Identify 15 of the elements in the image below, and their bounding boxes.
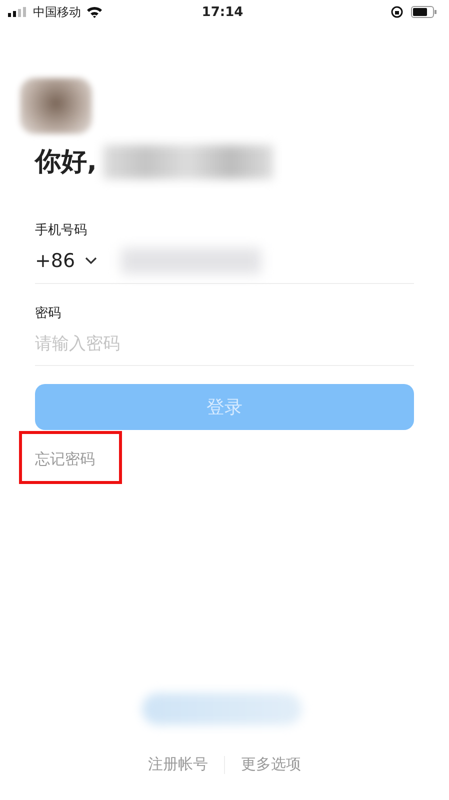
carrier-name: 中国移动: [33, 4, 81, 20]
country-code-selector[interactable]: +86: [35, 250, 98, 272]
phone-label: 手机号码: [35, 222, 87, 239]
footer-link[interactable]: 更多选项: [241, 755, 301, 774]
greeting: 你好,: [35, 146, 97, 179]
chevron-down-icon: [85, 257, 98, 265]
footer-link[interactable]: 注册帐号: [148, 755, 208, 774]
rotation-lock-icon: [390, 6, 403, 18]
blurred-avatar: [20, 78, 92, 134]
password-label: 密码: [35, 305, 61, 322]
wifi-icon: [86, 6, 103, 18]
forgot-password-link[interactable]: 忘记密码: [35, 450, 95, 469]
signal-icon: [8, 7, 28, 17]
battery-icon: [410, 6, 437, 18]
clock-time: 17:14: [202, 4, 244, 20]
